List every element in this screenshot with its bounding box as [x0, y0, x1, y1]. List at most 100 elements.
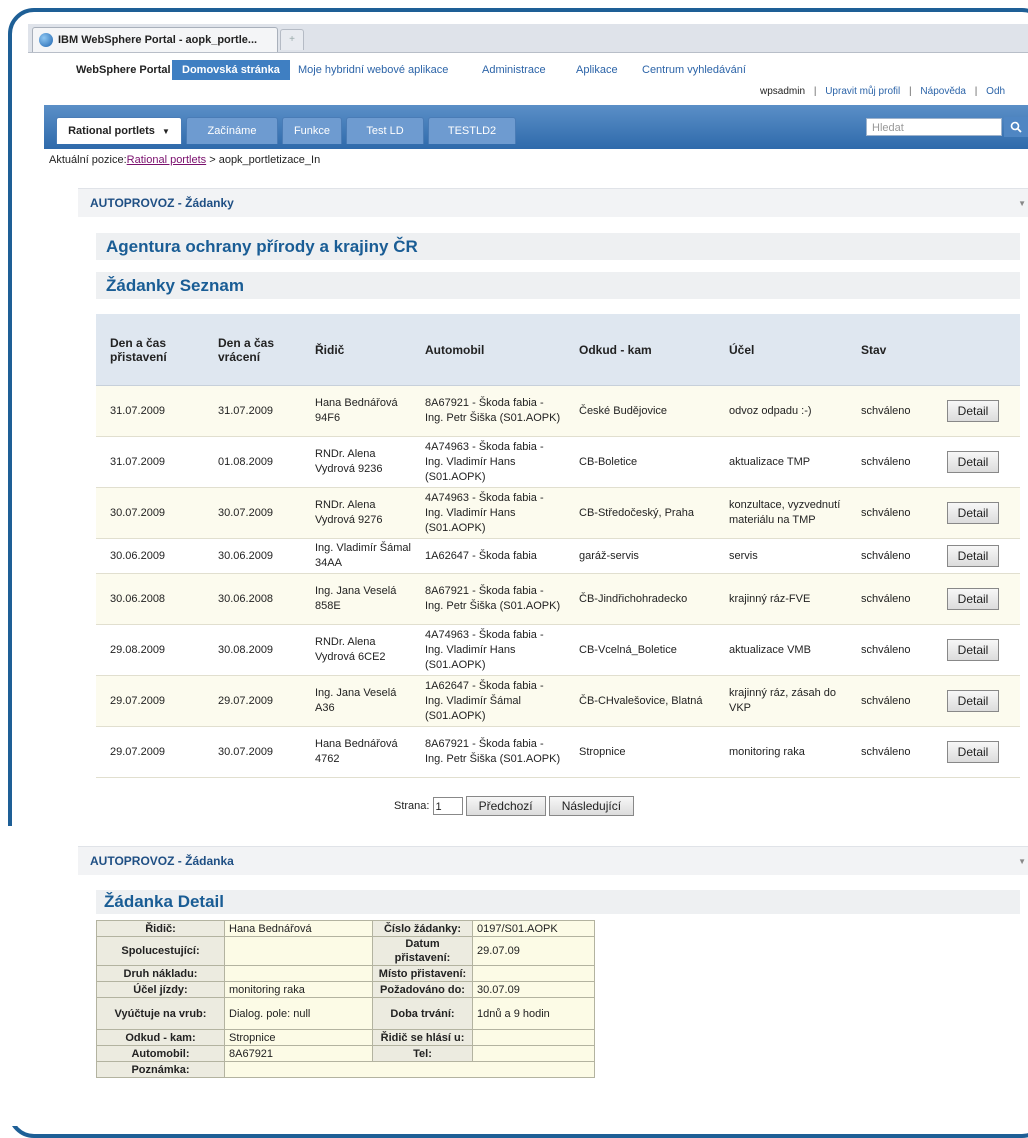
portal-brand: WebSphere Portal: [76, 64, 171, 76]
help-link[interactable]: Nápověda: [920, 86, 966, 97]
cell-action: Detail: [933, 624, 1020, 676]
detail-value: [224, 965, 373, 982]
detail-button[interactable]: Detail: [947, 741, 999, 763]
column-header: [933, 314, 1020, 386]
nav-administration[interactable]: Administrace: [482, 60, 546, 80]
detail-button[interactable]: Detail: [947, 690, 999, 712]
table-header-row: Den a čas přistavení Den a čas vrácení Ř…: [96, 314, 1020, 386]
user-name: wpsadmin: [760, 86, 806, 97]
column-header[interactable]: Den a čas vrácení: [204, 314, 301, 386]
detail-row: Automobil: 8A67921 Tel:: [96, 1045, 595, 1062]
column-header[interactable]: Odkud - kam: [565, 314, 715, 386]
cell-purpose: konzultace, vyzvednutí materiálu na TMP: [715, 487, 847, 539]
tab-test-ld[interactable]: Test LD: [346, 117, 424, 144]
detail-button[interactable]: Detail: [947, 400, 999, 422]
detail-button[interactable]: Detail: [947, 502, 999, 524]
note-value: [224, 1061, 595, 1078]
cell-status: schváleno: [847, 726, 933, 778]
chevron-down-icon[interactable]: ▼: [162, 127, 170, 136]
column-header[interactable]: Stav: [847, 314, 933, 386]
nav-applications[interactable]: Aplikace: [576, 60, 618, 80]
cell-from: 31.07.2009: [96, 436, 204, 488]
detail-label: Odkud - kam:: [96, 1029, 225, 1046]
browser-tab[interactable]: IBM WebSphere Portal - aopk_portle...: [32, 27, 278, 52]
portlet-menu-icon[interactable]: ▼: [1018, 857, 1026, 866]
detail-row: Odkud - kam: Stropnice Řidič se hlásí u:: [96, 1029, 595, 1046]
detail-value: 0197/S01.AOPK: [472, 920, 595, 937]
cell-action: Detail: [933, 436, 1020, 488]
breadcrumb-link[interactable]: Rational portlets: [127, 154, 207, 166]
detail-label: Tel:: [372, 1045, 473, 1062]
detail-value: [472, 1045, 595, 1062]
edit-profile-link[interactable]: Upravit můj profil: [825, 86, 900, 97]
table-row: 31.07.2009 31.07.2009 Hana Bednářová 94F…: [96, 385, 1020, 437]
detail-value: [224, 936, 373, 966]
separator: |: [909, 86, 912, 97]
page-number-input[interactable]: 1: [432, 797, 463, 815]
cell-car: 8A67921 - Škoda fabia - Ing. Petr Šiška …: [411, 385, 565, 437]
cell-status: schváleno: [847, 436, 933, 488]
next-page-button[interactable]: Následující: [548, 796, 635, 816]
breadcrumb: Aktuální pozice:Rational portlets > aopk…: [49, 154, 320, 166]
detail-label: Datum přistavení:: [372, 936, 473, 966]
search-input[interactable]: Hledat: [866, 118, 1002, 136]
request-detail-table: Řidič: Hana Bednářová Číslo žádanky: 019…: [96, 920, 595, 1078]
tab-testld2[interactable]: TESTLD2: [428, 117, 516, 144]
tab-rational-portlets[interactable]: Rational portlets ▼: [56, 117, 182, 144]
detail-button[interactable]: Detail: [947, 639, 999, 661]
cell-action: Detail: [933, 487, 1020, 539]
cell-driver: RNDr. Alena Vydrová 6CE2: [301, 624, 411, 676]
cell-driver: Ing. Jana Veselá A36: [301, 675, 411, 727]
cell-driver: RNDr. Alena Vydrová 9236: [301, 436, 411, 488]
detail-label: Automobil:: [96, 1045, 225, 1062]
detail-value: monitoring raka: [224, 981, 373, 998]
browser-tab-title: IBM WebSphere Portal - aopk_portle...: [58, 34, 258, 46]
nav-hybrid-apps[interactable]: Moje hybridní webové aplikace: [298, 60, 448, 80]
cell-route: CB-Vcelná_Boletice: [565, 624, 715, 676]
detail-row: Spolucestující: Datum přistavení: 29.07.…: [96, 936, 595, 966]
detail-value: 30.07.09: [472, 981, 595, 998]
cell-to: 29.07.2009: [204, 675, 301, 727]
cell-driver: Ing. Jana Veselá 858E: [301, 573, 411, 625]
cell-purpose: aktualizace VMB: [715, 624, 847, 676]
cell-to: 30.06.2009: [204, 538, 301, 574]
tab-funkce[interactable]: Funkce: [282, 117, 342, 144]
column-header[interactable]: Den a čas přistavení: [96, 314, 204, 386]
cell-from: 30.07.2009: [96, 487, 204, 539]
cell-purpose: krajinný ráz, zásah do VKP: [715, 675, 847, 727]
cell-driver: Ing. Vladimír Šámal 34AA: [301, 538, 411, 574]
detail-label: Číslo žádanky:: [372, 920, 473, 937]
column-header[interactable]: Účel: [715, 314, 847, 386]
detail-button[interactable]: Detail: [947, 545, 999, 567]
nav-home[interactable]: Domovská stránka: [172, 60, 290, 80]
logout-link[interactable]: Odh: [986, 86, 1005, 97]
column-header[interactable]: Řidič: [301, 314, 411, 386]
detail-label: Řidič se hlásí u:: [372, 1029, 473, 1046]
detail-button[interactable]: Detail: [947, 451, 999, 473]
portlet-menu-icon[interactable]: ▼: [1018, 199, 1026, 208]
cell-car: 8A67921 - Škoda fabia - Ing. Petr Šiška …: [411, 726, 565, 778]
new-tab-button[interactable]: +: [280, 29, 304, 50]
previous-page-button[interactable]: Předchozí: [465, 796, 546, 816]
tab-zaciname[interactable]: Začínáme: [186, 117, 278, 144]
user-links: wpsadmin | Upravit můj profil | Nápověda…: [760, 86, 1005, 97]
detail-value: Stropnice: [224, 1029, 373, 1046]
portlet-title: AUTOPROVOZ - Žádanka: [90, 854, 234, 868]
nav-search-center[interactable]: Centrum vyhledávání: [642, 60, 746, 80]
separator: |: [813, 86, 817, 97]
detail-value: [472, 965, 595, 982]
breadcrumb-separator: >: [206, 154, 219, 166]
column-header[interactable]: Automobil: [411, 314, 565, 386]
detail-label: Místo přistavení:: [372, 965, 473, 982]
cell-action: Detail: [933, 385, 1020, 437]
cell-from: 30.06.2008: [96, 573, 204, 625]
search-icon[interactable]: [1004, 117, 1028, 137]
table-row: 29.07.2009 30.07.2009 Hana Bednářová 476…: [96, 726, 1020, 778]
cell-to: 30.08.2009: [204, 624, 301, 676]
cell-driver: Hana Bednářová 94F6: [301, 385, 411, 437]
detail-row: Řidič: Hana Bednářová Číslo žádanky: 019…: [96, 920, 595, 937]
table-row: 30.06.2009 30.06.2009 Ing. Vladimír Šáma…: [96, 538, 1020, 574]
detail-button[interactable]: Detail: [947, 588, 999, 610]
detail-row: Účel jízdy: monitoring raka Požadováno d…: [96, 981, 595, 998]
cell-car: 8A67921 - Škoda fabia - Ing. Petr Šiška …: [411, 573, 565, 625]
